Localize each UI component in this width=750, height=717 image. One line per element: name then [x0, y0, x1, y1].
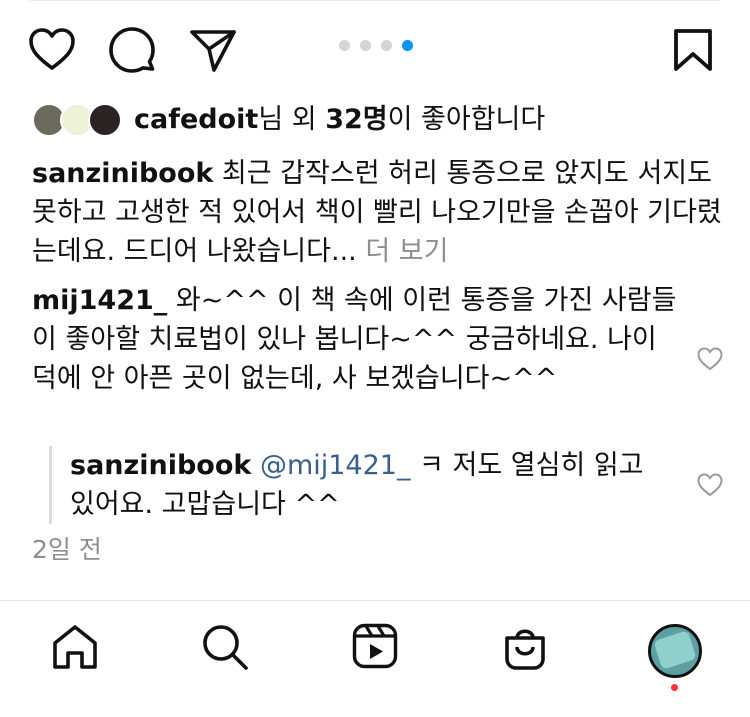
bottom-tab-bar [0, 601, 750, 717]
home-icon[interactable] [51, 623, 99, 675]
reply-like-icon[interactable] [697, 473, 723, 501]
search-icon[interactable] [201, 623, 249, 675]
post-caption: sanzinibook 최근 갑작스런 허리 통증으로 앉지도 서지도 못하고 … [32, 154, 722, 271]
post-action-bar [0, 0, 750, 100]
carousel-dot [360, 40, 371, 51]
carousel-dot-active [402, 40, 413, 51]
comment-username[interactable]: mij1421_ [32, 285, 167, 316]
comment-icon[interactable] [109, 27, 155, 73]
likes-count[interactable]: 32명 [325, 104, 387, 135]
more-button[interactable]: 더 보기 [357, 236, 448, 267]
profile-avatar[interactable] [648, 624, 702, 678]
reply-username[interactable]: sanzinibook [70, 450, 251, 481]
carousel-dot [381, 40, 392, 51]
liker-username[interactable]: cafedoit [134, 104, 258, 135]
comment-like-icon[interactable] [697, 347, 723, 375]
reply-thread-line [49, 446, 52, 524]
profile-picture [653, 630, 697, 670]
shop-icon[interactable] [501, 623, 549, 675]
heart-icon[interactable] [28, 27, 76, 71]
liker-avatars [32, 102, 124, 138]
likes-suffix: 이 좋아합니다 [387, 104, 546, 135]
reply-comment: sanzinibook @mij1421_ ㅋ 저도 열심히 읽고 있어요. 고… [70, 446, 670, 524]
carousel-dot [339, 40, 350, 51]
likes-text: cafedoit님 외 32명이 좋아합니다 [134, 100, 545, 140]
avatar [88, 103, 122, 137]
caption-username[interactable]: sanzinibook [32, 158, 213, 189]
comment: mij1421_ 와~^^ 이 책 속에 이런 통증을 가진 사람들이 좋아할 … [32, 281, 682, 398]
share-icon[interactable] [189, 29, 237, 73]
notification-dot [671, 684, 678, 691]
reels-icon[interactable] [352, 623, 398, 673]
likes-text-mid: 님 외 [258, 104, 326, 135]
likes-summary[interactable]: cafedoit님 외 32명이 좋아합니다 [32, 100, 545, 140]
bookmark-icon[interactable] [673, 28, 713, 72]
reply-mention[interactable]: @mij1421_ [260, 450, 411, 481]
carousel-indicator [339, 40, 413, 52]
post-timestamp: 2일 전 [32, 535, 102, 564]
